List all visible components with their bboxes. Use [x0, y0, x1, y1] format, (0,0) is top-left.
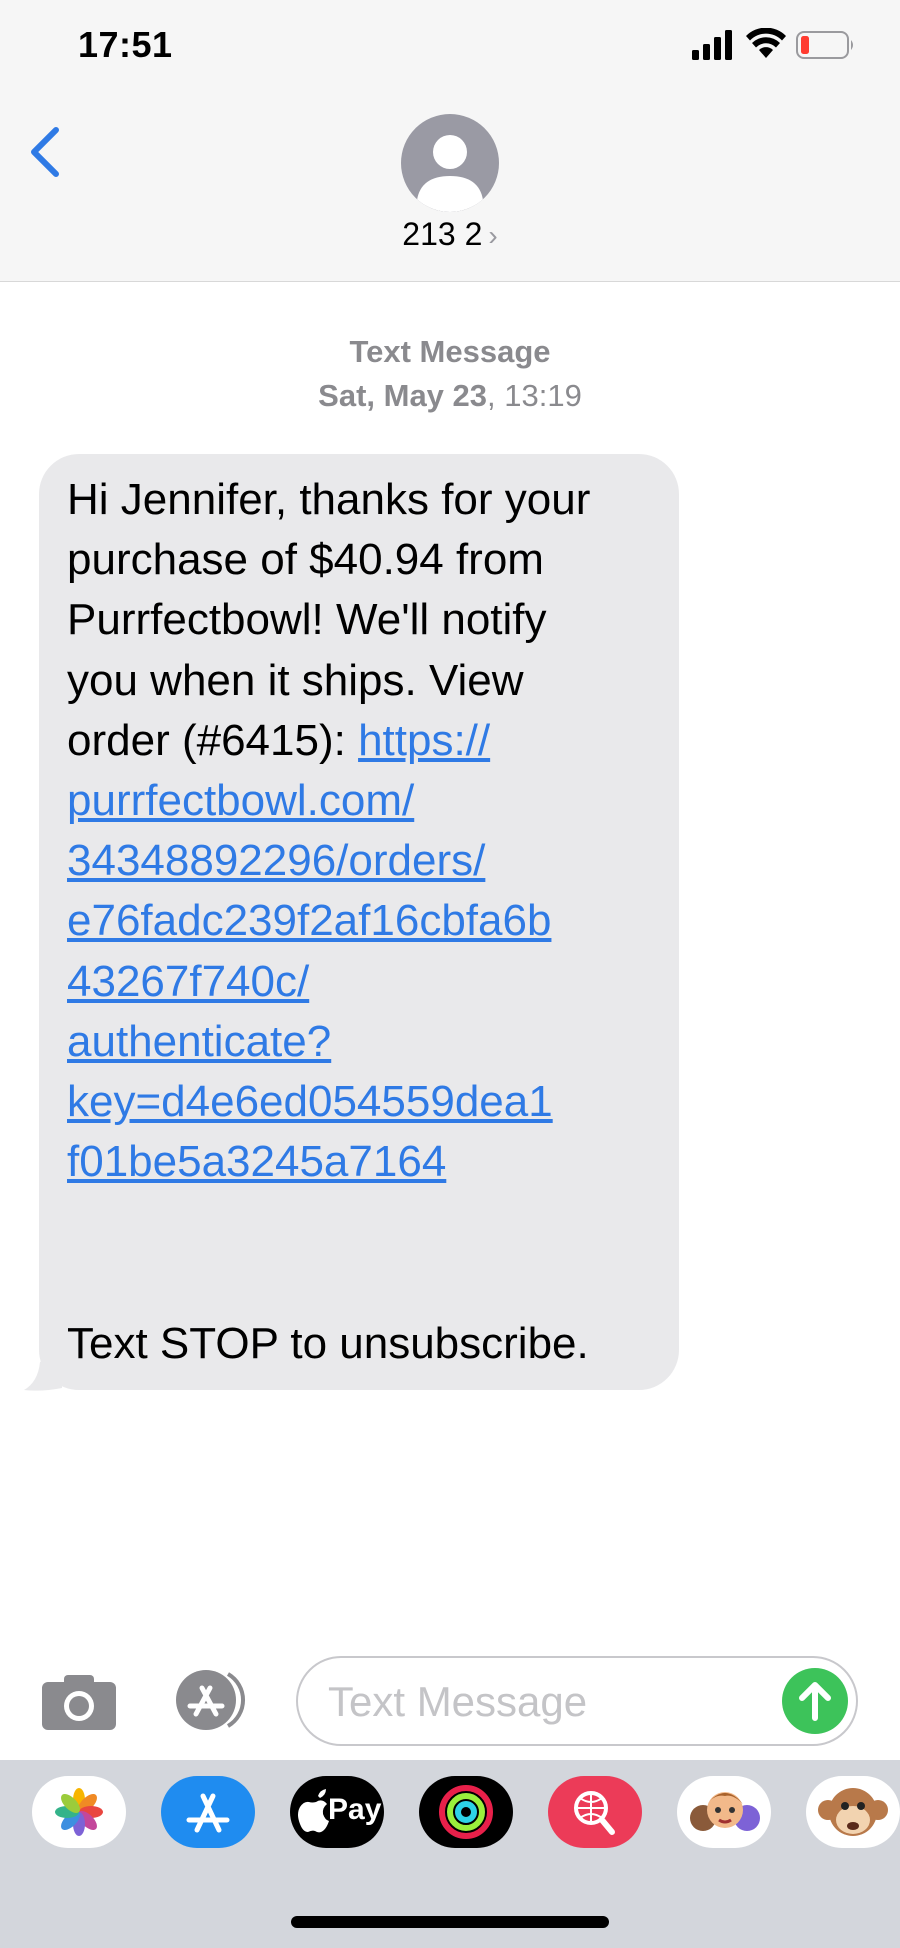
message-line: Hi Jennifer, thanks for your — [67, 475, 591, 524]
contact-avatar-icon[interactable] — [401, 114, 499, 212]
order-link[interactable]: f01be5a3245a7164 — [67, 1132, 667, 1192]
back-chevron-icon[interactable] — [26, 124, 66, 184]
wifi-icon — [746, 28, 786, 58]
app-store-icon[interactable] — [166, 1668, 256, 1732]
message-date: Sat, May 23 — [318, 378, 488, 413]
order-link[interactable]: 34348892296/orders/ — [67, 831, 667, 891]
order-link[interactable]: 43267f740c/ — [67, 952, 667, 1012]
send-button[interactable] — [782, 1668, 848, 1734]
send-arrow-icon — [799, 1682, 831, 1721]
message-kind-label: Text Message — [349, 334, 551, 369]
monkey-animoji-icon[interactable] — [806, 1776, 900, 1848]
activity-icon[interactable] — [419, 1776, 513, 1848]
apple-pay-icon[interactable]: Pay — [290, 1776, 384, 1848]
home-indicator[interactable] — [291, 1916, 609, 1928]
web-search-icon[interactable] — [548, 1776, 642, 1848]
order-link[interactable]: https:// — [358, 716, 490, 765]
order-link[interactable]: key=d4e6ed054559dea1 — [67, 1072, 667, 1132]
apple-pay-label: Pay — [328, 1793, 382, 1826]
message-line-order: order (#6415): https:// — [67, 711, 667, 771]
message-time: , 13:19 — [487, 378, 582, 413]
contact-name-button[interactable]: 213 2 › — [0, 216, 900, 253]
message-body: Hi Jennifer, thanks for your purchase of… — [67, 470, 667, 1192]
message-line: you when it ships. View — [67, 655, 524, 705]
order-link[interactable]: authenticate? — [67, 1012, 667, 1072]
cellular-signal-icon — [692, 30, 732, 60]
status-time: 17:51 — [78, 24, 173, 65]
app-store-drawer-icon[interactable] — [161, 1776, 255, 1848]
message-timestamp-header: Text Message Sat, May 23, 13:19 — [0, 330, 900, 418]
order-link[interactable]: e76fadc239f2af16cbfa6b — [67, 891, 667, 951]
camera-icon[interactable] — [40, 1672, 118, 1732]
message-line: purchase of $40.94 from — [67, 535, 544, 585]
order-prefix: order (#6415): — [67, 715, 359, 765]
photos-icon[interactable] — [32, 1776, 126, 1848]
battery-low-icon — [796, 31, 853, 59]
unsubscribe-text: Text STOP to unsubscribe. — [67, 1319, 589, 1368]
message-line: Purrfectbowl! We'll notify — [67, 595, 547, 645]
contact-name: 213 2 — [402, 216, 483, 252]
order-link[interactable]: purrfectbowl.com/ — [67, 771, 667, 831]
message-input[interactable]: Text Message — [296, 1656, 858, 1746]
chevron-right-icon: › — [488, 220, 498, 251]
message-input-placeholder: Text Message — [328, 1678, 588, 1725]
memoji-icon[interactable] — [677, 1776, 771, 1848]
